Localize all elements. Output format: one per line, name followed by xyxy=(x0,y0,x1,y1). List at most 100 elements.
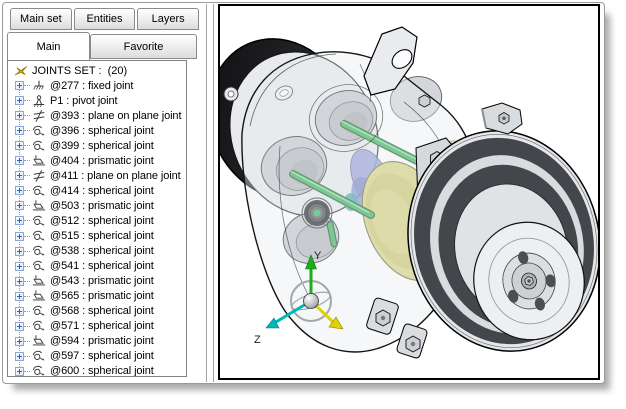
spherical-joint-icon xyxy=(31,184,47,198)
tree-item-label: @512 : spherical joint xyxy=(50,215,154,227)
tree-connector xyxy=(24,145,30,146)
spherical-joint-icon xyxy=(31,304,47,318)
plane-joint-icon xyxy=(31,109,47,123)
tree-item[interactable]: @594 : prismatic joint xyxy=(8,334,186,349)
tree-connector xyxy=(24,220,30,221)
tree-item[interactable]: @414 : spherical joint xyxy=(8,183,186,198)
expand-icon[interactable] xyxy=(15,96,24,105)
tree-connector xyxy=(24,100,30,101)
panel-tab-bar-sub: MainFavorite xyxy=(7,32,197,60)
tree-item[interactable]: @277 : fixed joint xyxy=(8,78,186,93)
tree-item[interactable]: @565 : prismatic joint xyxy=(8,289,186,304)
tree-item[interactable]: @541 : spherical joint xyxy=(8,259,186,274)
tree-item-label: @543 : prismatic joint xyxy=(50,275,154,287)
spherical-joint-icon xyxy=(31,229,47,243)
tree-item[interactable]: @600 : spherical joint xyxy=(8,364,186,376)
expand-icon[interactable] xyxy=(15,171,24,180)
tree-root-item[interactable]: JOINTS SET : (20) xyxy=(8,63,186,78)
joints-set-icon xyxy=(13,64,29,78)
expand-icon[interactable] xyxy=(15,352,24,361)
prismatic-joint-icon xyxy=(31,334,47,348)
tree-item[interactable]: @538 : spherical joint xyxy=(8,244,186,259)
tree-item-label: @565 : prismatic joint xyxy=(50,290,154,302)
tree-item-label: @568 : spherical joint xyxy=(50,305,154,317)
tree-item-label: @597 : spherical joint xyxy=(50,350,154,362)
tree-item[interactable]: @503 : prismatic joint xyxy=(8,198,186,213)
tab-favorite[interactable]: Favorite xyxy=(90,34,197,59)
joints-tree-panel[interactable]: JOINTS SET : (20) @277 : fixed joint P1 … xyxy=(7,60,187,377)
tree-item-label: @404 : prismatic joint xyxy=(50,155,154,167)
tree-item-label: @414 : spherical joint xyxy=(50,185,154,197)
compressor-model-canvas: Y Z xyxy=(220,6,598,378)
pivot-joint-icon xyxy=(31,94,47,108)
expand-icon[interactable] xyxy=(15,126,24,135)
tab-entities[interactable]: Entities xyxy=(74,8,136,30)
tree-connector xyxy=(24,251,30,252)
tree-item[interactable]: @571 : spherical joint xyxy=(8,319,186,334)
clamp-lug xyxy=(482,103,522,134)
plane-joint-icon xyxy=(31,169,47,183)
tab-layers[interactable]: Layers xyxy=(137,8,199,30)
expand-icon[interactable] xyxy=(15,262,24,271)
tree-connector xyxy=(24,130,30,131)
tree-connector xyxy=(24,296,30,297)
expand-icon[interactable] xyxy=(15,337,24,346)
tree-connector xyxy=(24,356,30,357)
tree-item-label: @411 : plane on plane joint xyxy=(50,170,181,182)
expand-icon[interactable] xyxy=(15,186,24,195)
tree-item[interactable]: @393 : plane on plane joint xyxy=(8,108,186,123)
tree-item[interactable]: @512 : spherical joint xyxy=(8,213,186,228)
tree-item-label: @277 : fixed joint xyxy=(50,80,133,92)
panel-splitter[interactable] xyxy=(206,4,214,382)
tree-connector xyxy=(24,311,30,312)
expand-icon[interactable] xyxy=(15,292,24,301)
tree-item[interactable]: @396 : spherical joint xyxy=(8,123,186,138)
tree-connector xyxy=(24,160,30,161)
fixed-joint-icon xyxy=(31,79,47,93)
tree-item[interactable]: @568 : spherical joint xyxy=(8,304,186,319)
triad-z-label: Z xyxy=(254,334,261,346)
tree-item[interactable]: P1 : pivot joint xyxy=(8,93,186,108)
prismatic-joint-icon xyxy=(31,199,47,213)
expand-icon[interactable] xyxy=(15,322,24,331)
tree-item-label: @594 : prismatic joint xyxy=(50,335,154,347)
tab-main[interactable]: Main xyxy=(7,32,90,60)
expand-icon[interactable] xyxy=(15,81,24,90)
prismatic-joint-icon xyxy=(31,274,47,288)
tree-item[interactable]: @543 : prismatic joint xyxy=(8,274,186,289)
spherical-joint-icon xyxy=(31,364,47,376)
tree-item-label: @600 : spherical joint xyxy=(50,365,154,376)
tree-connector xyxy=(24,326,30,327)
compressor-model[interactable] xyxy=(220,16,598,372)
prismatic-joint-icon xyxy=(31,289,47,303)
tree-item-label: @538 : spherical joint xyxy=(50,245,154,257)
tree-item[interactable]: @515 : spherical joint xyxy=(8,229,186,244)
tree-connector xyxy=(24,115,30,116)
spherical-joint-icon xyxy=(31,244,47,258)
tree-item[interactable]: @411 : plane on plane joint xyxy=(8,168,186,183)
application-window: Main setEntitiesLayers MainFavorite JOIN… xyxy=(2,2,605,384)
expand-icon[interactable] xyxy=(15,111,24,120)
tree-item[interactable]: @597 : spherical joint xyxy=(8,349,186,364)
expand-icon[interactable] xyxy=(15,216,24,225)
expand-icon[interactable] xyxy=(15,247,24,256)
tree-item[interactable]: @404 : prismatic joint xyxy=(8,153,186,168)
expand-icon[interactable] xyxy=(15,367,24,376)
tree-rows: JOINTS SET : (20) @277 : fixed joint P1 … xyxy=(8,61,186,376)
tree-item-label: @396 : spherical joint xyxy=(50,125,154,137)
3d-viewport[interactable]: Y Z xyxy=(218,4,600,380)
expand-icon[interactable] xyxy=(15,232,24,241)
tree-connector xyxy=(24,371,30,372)
expand-icon[interactable] xyxy=(15,156,24,165)
tree-item-label: @515 : spherical joint xyxy=(50,230,154,242)
panel-tab-bar-top: Main setEntitiesLayers xyxy=(10,8,199,31)
expand-icon[interactable] xyxy=(15,277,24,286)
expand-icon[interactable] xyxy=(15,201,24,210)
expand-icon[interactable] xyxy=(15,307,24,316)
tree-item[interactable]: @399 : spherical joint xyxy=(8,138,186,153)
tree-connector xyxy=(24,175,30,176)
tree-root-label: JOINTS SET : (20) xyxy=(32,65,127,77)
expand-icon[interactable] xyxy=(15,141,24,150)
tab-main-set[interactable]: Main set xyxy=(10,8,72,30)
triad-y-label: Y xyxy=(314,250,322,262)
